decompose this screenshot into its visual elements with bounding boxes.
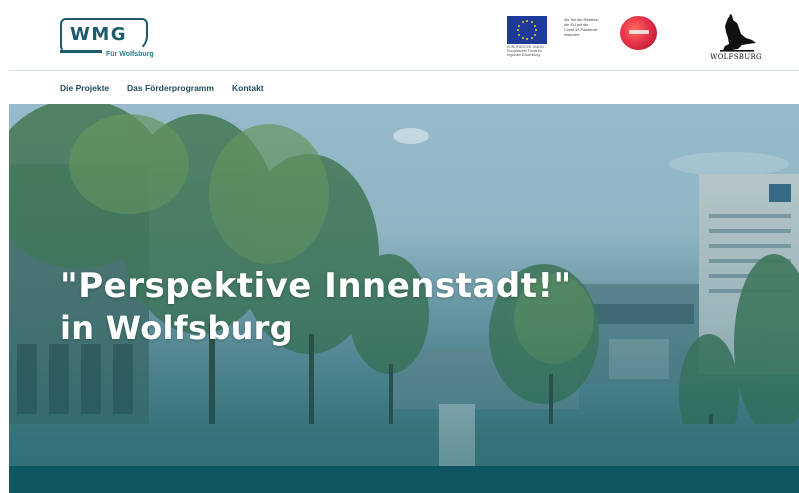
eu-caption-line: regionale Entwicklung (507, 53, 540, 57)
logo-subtitle: Für Wolfsburg (106, 51, 154, 58)
nav-item-kontakt[interactable]: Kontakt (232, 83, 264, 93)
wolfsburg-label: WOLFSBURG (710, 53, 762, 61)
nav-item-projekte[interactable]: Die Projekte (60, 83, 109, 93)
hero-subtitle: in Wolfsburg (60, 309, 293, 347)
eu-star (533, 33, 536, 36)
page: WMG Für Wolfsburg EUROPÄISCHE UNION Euro… (9, 0, 799, 493)
footer-band (9, 466, 799, 493)
eu-star (521, 21, 524, 24)
eu-star (530, 36, 533, 39)
eu-star (533, 24, 536, 27)
eu-star (518, 24, 521, 27)
nav-item-foerderprogramm[interactable]: Das Förderprogramm (127, 83, 214, 93)
logo-title: WMG (70, 24, 128, 45)
hero-banner: "Perspektive Innenstadt!" in Wolfsburg (9, 104, 799, 466)
hero-title: "Perspektive Innenstadt!" (60, 266, 572, 306)
eu-caption: EUROPÄISCHE UNION Europäischer Fonds für… (507, 45, 553, 57)
main-nav: Die Projekte Das Förderprogramm Kontakt (9, 72, 799, 104)
eu-star (526, 20, 528, 22)
wolfsburg-wolf-icon (720, 14, 756, 52)
site-header: WMG Für Wolfsburg EUROPÄISCHE UNION Euro… (9, 0, 799, 71)
react-eu-text: Als Teil der Reaktion der EU auf die Cov… (564, 18, 612, 38)
eu-star (526, 38, 528, 40)
eu-star (517, 29, 519, 31)
eu-star (521, 36, 524, 39)
wolfsburg-logo[interactable]: WOLFSBURG (708, 14, 764, 62)
eu-star (530, 21, 533, 24)
eu-flag-icon (507, 16, 547, 44)
eu-star (535, 29, 537, 31)
react-eu-logo-icon (620, 16, 657, 50)
wmg-logo[interactable]: WMG Für Wolfsburg (59, 18, 154, 64)
eu-star (518, 33, 521, 36)
react-text-line: finanziert (564, 33, 580, 37)
